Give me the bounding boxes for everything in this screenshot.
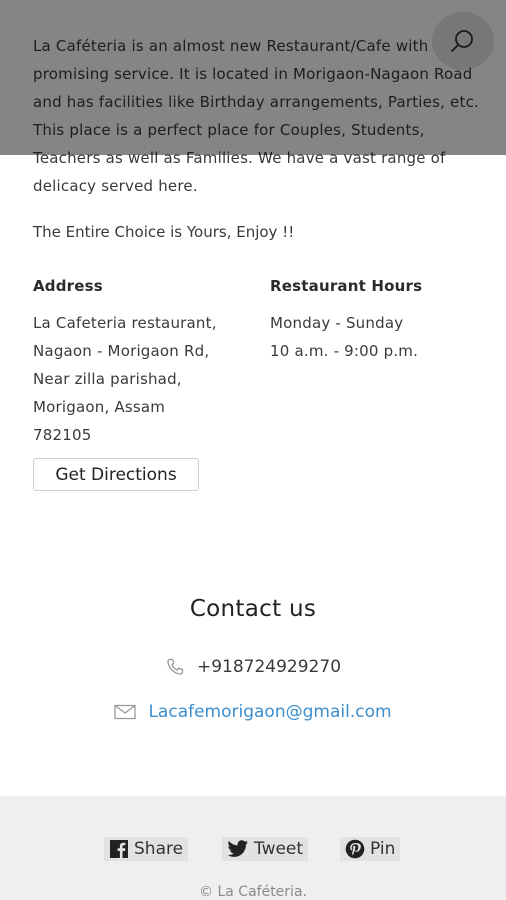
address-line: Nagaon - Morigaon Rd, [33,342,210,360]
mail-icon [114,704,137,720]
address-line: La Cafeteria restaurant, [33,314,217,332]
contact-title: Contact us [189,596,317,622]
pinterest-icon [345,839,365,859]
twitter-icon [227,840,248,857]
search-button[interactable] [432,12,494,70]
address-line: Morigaon, Assam [33,398,166,416]
email-row[interactable]: Lacafemorigaon@gmail.com [0,702,506,722]
hours-block: Monday - Sunday 10 a.m. - 9:00 p.m. [270,309,418,365]
pin-label: Pin [370,839,396,859]
twitter-tweet-button[interactable]: Tweet [222,837,309,861]
facebook-icon [110,840,128,858]
phone-row[interactable]: +918724929270 [0,657,506,677]
phone-number: +918724929270 [196,657,342,677]
phone-icon [167,658,184,675]
hours-time: 10 a.m. - 9:00 p.m. [270,342,419,360]
address-line: 782105 [33,426,92,444]
address-block: La Cafeteria restaurant, Nagaon - Moriga… [33,309,217,449]
get-directions-button[interactable]: Get Directions [33,458,199,491]
search-icon [451,30,473,52]
hours-days: Monday - Sunday [270,314,404,332]
copyright: © La Caféteria. [199,884,307,900]
tagline: The Entire Choice is Yours, Enjoy !! [33,223,295,241]
share-label: Share [134,839,184,859]
pinterest-pin-button[interactable]: Pin [340,837,401,861]
address-title: Address [33,277,103,295]
address-line: Near zilla parishad, [33,370,182,388]
tweet-label: Tweet [254,839,304,859]
facebook-share-button[interactable]: Share [104,837,189,861]
header-overlay [0,0,506,155]
email-link[interactable]: Lacafemorigaon@gmail.com [148,702,391,722]
hours-title: Restaurant Hours [270,277,423,295]
